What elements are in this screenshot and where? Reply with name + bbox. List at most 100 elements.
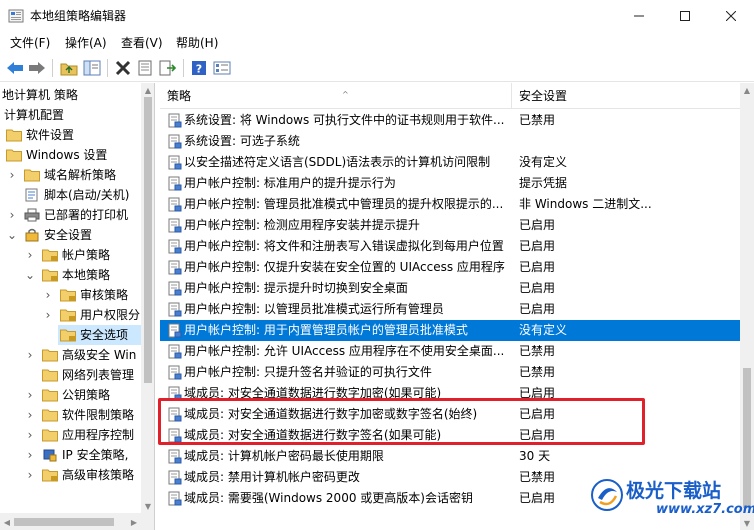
chevron-down-icon[interactable]: ⌄ — [24, 265, 36, 285]
table-row[interactable]: 以安全描述符定义语言(SDDL)语法表示的计算机访问限制 没有定义 — [160, 152, 740, 173]
tree-item-local-policy[interactable]: ⌄ 本地策略 — [0, 265, 141, 285]
folder-icon — [6, 129, 22, 142]
policy-name: 用户帐户控制: 管理员批准模式中管理员的提升权限提示的... — [184, 197, 504, 211]
tree-item-scripts[interactable]: 脚本(启动/关机) — [0, 185, 141, 205]
folder-icon — [24, 169, 40, 182]
tree-item-computer-config[interactable]: 计算机配置 — [0, 105, 141, 125]
folder-lock-icon — [60, 289, 76, 302]
watermark-url: www.xz7.com — [656, 502, 754, 517]
tree-item-printers[interactable]: › 已部署的打印机 — [0, 205, 141, 225]
tree-item-windows-settings[interactable]: Windows 设置 — [0, 145, 141, 165]
menu-file[interactable]: 文件(F) — [8, 34, 52, 52]
chevron-right-icon[interactable]: › — [42, 285, 54, 305]
list-vertical-scrollbar[interactable]: ▲ ▼ — [740, 83, 754, 530]
minimize-button[interactable] — [616, 0, 662, 32]
menu-help[interactable]: 帮助(H) — [174, 34, 220, 52]
export-button[interactable] — [158, 58, 178, 78]
tree-item-audit-policy[interactable]: › 审核策略 — [0, 285, 141, 305]
filter-button[interactable] — [212, 58, 232, 78]
table-row[interactable]: 域成员: 计算机帐户密码最长使用期限 30 天 — [160, 446, 740, 467]
watermark-logo-icon — [591, 479, 623, 511]
delete-button[interactable] — [113, 58, 133, 78]
menu-view[interactable]: 查看(V) — [119, 34, 165, 52]
chevron-right-icon[interactable]: › — [24, 245, 36, 265]
tree-horizontal-scrollbar[interactable]: ◀ ▶ — [0, 513, 154, 530]
tree-item-public-key[interactable]: › 公钥策略 — [0, 385, 141, 405]
tree-item-security-settings[interactable]: ⌄ 安全设置 — [0, 225, 141, 245]
help-button[interactable]: ? — [189, 58, 209, 78]
table-row[interactable]: 用户帐户控制: 提示提升时切换到安全桌面 已启用 — [160, 278, 740, 299]
chevron-right-icon[interactable]: › — [24, 425, 36, 445]
show-tree-button[interactable] — [82, 58, 102, 78]
scroll-thumb[interactable] — [14, 518, 114, 526]
table-row[interactable]: 用户帐户控制: 管理员批准模式中管理员的提升权限提示的... 非 Windows … — [160, 194, 740, 215]
table-row[interactable]: 用户帐户控制: 检测应用程序安装并提示提升 已启用 — [160, 215, 740, 236]
chevron-right-icon[interactable]: › — [6, 205, 18, 225]
toolbar: ? — [0, 54, 754, 82]
table-row[interactable]: 用户帐户控制: 仅提升安装在安全位置的 UIAccess 应用程序 已启用 — [160, 257, 740, 278]
tree-item-advanced-firewall[interactable]: › 高级安全 Win — [0, 345, 141, 365]
scroll-left-icon[interactable]: ◀ — [0, 515, 14, 529]
tree-item-label: 公钥策略 — [62, 388, 111, 402]
scroll-down-icon[interactable]: ▼ — [141, 499, 154, 513]
table-row[interactable]: 域成员: 对安全通道数据进行数字加密(如果可能) 已启用 — [160, 383, 740, 404]
menu-bar: 文件(F) 操作(A) 查看(V) 帮助(H) — [0, 32, 754, 54]
policy-setting-value: 已启用 — [519, 260, 556, 274]
tree-item-label: 高级安全 Win — [62, 348, 137, 362]
policy-setting-value: 没有定义 — [519, 155, 568, 169]
tree-item-account-policy[interactable]: › 帐户策略 — [0, 245, 141, 265]
chevron-right-icon[interactable]: › — [24, 405, 36, 425]
properties-button[interactable] — [135, 58, 155, 78]
tree-item-dns-policy[interactable]: › 域名解析策略 — [0, 165, 141, 185]
table-row[interactable]: 域成员: 对安全通道数据进行数字加密或数字签名(始终) 已启用 — [160, 404, 740, 425]
tree-item-user-rights[interactable]: › 用户权限分 — [0, 305, 141, 325]
chevron-right-icon[interactable]: › — [24, 345, 36, 365]
scroll-up-icon[interactable]: ▲ — [141, 83, 154, 97]
tree-item-software-restriction[interactable]: › 软件限制策略 — [0, 405, 141, 425]
column-header-policy[interactable]: 策略 ^ — [160, 83, 512, 109]
table-row[interactable]: 系统设置: 可选子系统 — [160, 131, 740, 152]
policy-name: 以安全描述符定义语言(SDDL)语法表示的计算机访问限制 — [184, 155, 491, 169]
column-header-setting[interactable]: 安全设置 — [512, 83, 740, 109]
table-row[interactable]: 用户帐户控制: 将文件和注册表写入错误虚拟化到每用户位置 已启用 — [160, 236, 740, 257]
chevron-right-icon[interactable]: › — [24, 445, 36, 465]
svg-text:?: ? — [196, 63, 202, 76]
column-header-label: 安全设置 — [519, 89, 568, 103]
chevron-right-icon[interactable]: › — [24, 465, 36, 485]
policy-setting-icon — [168, 113, 182, 128]
chevron-right-icon[interactable]: › — [6, 165, 18, 185]
maximize-button[interactable] — [662, 0, 708, 32]
scroll-up-icon[interactable]: ▲ — [740, 83, 754, 97]
table-row[interactable]: 用户帐户控制: 只提升签名并验证的可执行文件 已禁用 — [160, 362, 740, 383]
export-icon — [159, 60, 177, 76]
chevron-down-icon[interactable]: ⌄ — [6, 225, 18, 245]
script-icon — [25, 188, 38, 202]
tree-item-software-settings[interactable]: 软件设置 — [0, 125, 141, 145]
table-row[interactable]: 域成员: 对安全通道数据进行数字签名(如果可能) 已启用 — [160, 425, 740, 446]
table-row[interactable]: 用户帐户控制: 允许 UIAccess 应用程序在不使用安全桌面... 已禁用 — [160, 341, 740, 362]
chevron-right-icon[interactable]: › — [42, 305, 54, 325]
tree-item-security-options[interactable]: 安全选项 — [58, 325, 141, 345]
table-row[interactable]: 系统设置: 将 Windows 可执行文件中的证书规则用于软件... 已禁用 — [160, 110, 740, 131]
chevron-right-icon[interactable]: › — [24, 385, 36, 405]
tree-item-root[interactable]: 地计算机 策略 — [0, 85, 141, 105]
close-button[interactable] — [708, 0, 754, 32]
menu-action[interactable]: 操作(A) — [63, 34, 109, 52]
up-folder-button[interactable] — [59, 58, 79, 78]
table-row[interactable]: 用户帐户控制: 标准用户的提升提示行为 提示凭据 — [160, 173, 740, 194]
table-row[interactable]: 用户帐户控制: 以管理员批准模式运行所有管理员 已启用 — [160, 299, 740, 320]
back-button[interactable] — [5, 58, 25, 78]
scroll-right-icon[interactable]: ▶ — [127, 515, 141, 529]
policy-setting-value: 已禁用 — [519, 344, 556, 358]
forward-button[interactable] — [27, 58, 47, 78]
policy-name: 域成员: 禁用计算机帐户密码更改 — [184, 470, 360, 484]
tree-item-app-control[interactable]: › 应用程序控制 — [0, 425, 141, 445]
tree-item-ip-security[interactable]: › IP 安全策略, — [0, 445, 141, 465]
tree-item-label: 审核策略 — [80, 288, 129, 302]
scroll-thumb[interactable] — [144, 97, 152, 383]
tree-item-network-list[interactable]: 网络列表管理 — [0, 365, 141, 385]
tree-item-advanced-audit[interactable]: › 高级审核策略 — [0, 465, 141, 485]
tree-vertical-scrollbar[interactable]: ▲ ▼ — [141, 83, 154, 513]
up-folder-icon — [60, 63, 78, 76]
table-row[interactable]: 用户帐户控制: 用于内置管理员帐户的管理员批准模式 没有定义 — [160, 320, 740, 341]
